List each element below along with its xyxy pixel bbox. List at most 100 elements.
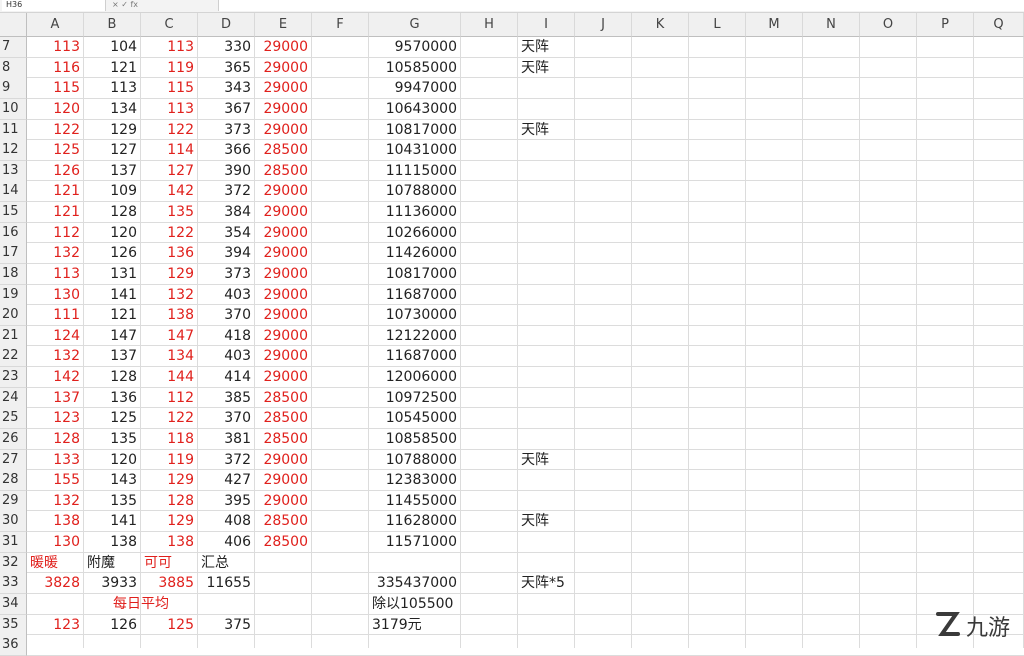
formula-buttons[interactable]: × ✓ fx bbox=[112, 0, 212, 11]
cell-b[interactable]: 104 bbox=[84, 37, 141, 57]
cell-a[interactable]: 112 bbox=[27, 223, 84, 243]
row-header[interactable]: 9 bbox=[0, 78, 27, 99]
cell-d[interactable]: 394 bbox=[198, 243, 255, 263]
cell-d[interactable]: 367 bbox=[198, 99, 255, 119]
cell-c[interactable]: 134 bbox=[141, 346, 198, 366]
cell-b[interactable]: 每日平均 bbox=[84, 594, 198, 614]
cell-e[interactable]: 29000 bbox=[255, 181, 312, 201]
column-header-h[interactable]: H bbox=[461, 13, 518, 37]
cell-c[interactable]: 132 bbox=[141, 285, 198, 305]
cell-e[interactable]: 28500 bbox=[255, 532, 312, 552]
cell-e[interactable]: 29000 bbox=[255, 367, 312, 387]
cell-b[interactable]: 136 bbox=[84, 388, 141, 408]
cell-b[interactable]: 128 bbox=[84, 367, 141, 387]
column-header-c[interactable]: C bbox=[141, 13, 198, 37]
cell-c[interactable]: 114 bbox=[141, 140, 198, 160]
cell-a[interactable]: 113 bbox=[27, 37, 84, 57]
row-header[interactable]: 14 bbox=[0, 181, 27, 202]
cell-e[interactable]: 29000 bbox=[255, 202, 312, 222]
cell-c[interactable]: 128 bbox=[141, 491, 198, 511]
cell-e[interactable]: 29000 bbox=[255, 264, 312, 284]
cell-d[interactable]: 385 bbox=[198, 388, 255, 408]
cell-b[interactable]: 126 bbox=[84, 615, 141, 635]
cell-c[interactable]: 129 bbox=[141, 511, 198, 531]
cell-a[interactable]: 130 bbox=[27, 532, 84, 552]
row-header[interactable]: 36 bbox=[0, 635, 27, 656]
row-header[interactable]: 32 bbox=[0, 553, 27, 574]
cell-g[interactable]: 11115000 bbox=[369, 161, 461, 181]
column-header-d[interactable]: D bbox=[198, 13, 255, 37]
row-header[interactable]: 12 bbox=[0, 140, 27, 161]
row-header[interactable]: 24 bbox=[0, 388, 27, 409]
column-header-n[interactable]: N bbox=[803, 13, 860, 37]
cell-g[interactable]: 12122000 bbox=[369, 326, 461, 346]
cell-g[interactable]: 10788000 bbox=[369, 450, 461, 470]
row-header[interactable]: 7 bbox=[0, 37, 27, 58]
cell-b[interactable]: 120 bbox=[84, 450, 141, 470]
cell-d[interactable]: 384 bbox=[198, 202, 255, 222]
cell-g[interactable]: 10266000 bbox=[369, 223, 461, 243]
cell-d[interactable]: 414 bbox=[198, 367, 255, 387]
cell-a[interactable]: 137 bbox=[27, 388, 84, 408]
cell-g[interactable]: 11687000 bbox=[369, 346, 461, 366]
cell-c[interactable]: 147 bbox=[141, 326, 198, 346]
row-header[interactable]: 34 bbox=[0, 594, 27, 615]
cell-g[interactable]: 12006000 bbox=[369, 367, 461, 387]
cell-b[interactable]: 126 bbox=[84, 243, 141, 263]
column-header-p[interactable]: P bbox=[917, 13, 974, 37]
cell-e[interactable]: 29000 bbox=[255, 326, 312, 346]
cell-c[interactable]: 144 bbox=[141, 367, 198, 387]
cell-b[interactable]: 121 bbox=[84, 305, 141, 325]
cell-e[interactable]: 29000 bbox=[255, 450, 312, 470]
cell-c[interactable]: 118 bbox=[141, 429, 198, 449]
cell-i[interactable]: 天阵 bbox=[518, 120, 575, 140]
cell-d[interactable]: 395 bbox=[198, 491, 255, 511]
formula-input[interactable] bbox=[218, 0, 1024, 11]
cell-d[interactable]: 343 bbox=[198, 78, 255, 98]
cell-e[interactable]: 29000 bbox=[255, 491, 312, 511]
cell-e[interactable]: 28500 bbox=[255, 408, 312, 428]
cell-d[interactable]: 427 bbox=[198, 470, 255, 490]
cell-d[interactable]: 366 bbox=[198, 140, 255, 160]
cell-b[interactable]: 131 bbox=[84, 264, 141, 284]
cell-d[interactable]: 370 bbox=[198, 408, 255, 428]
cell-a[interactable]: 128 bbox=[27, 429, 84, 449]
cell-d[interactable]: 403 bbox=[198, 346, 255, 366]
cell-a[interactable]: 115 bbox=[27, 78, 84, 98]
cell-a[interactable]: 3828 bbox=[27, 573, 84, 593]
column-header-l[interactable]: L bbox=[689, 13, 746, 37]
cell-e[interactable]: 29000 bbox=[255, 285, 312, 305]
cell-g[interactable]: 10788000 bbox=[369, 181, 461, 201]
cell-c[interactable]: 115 bbox=[141, 78, 198, 98]
cell-c[interactable]: 122 bbox=[141, 120, 198, 140]
cell-a[interactable]: 132 bbox=[27, 346, 84, 366]
cell-e[interactable]: 28500 bbox=[255, 388, 312, 408]
cell-g[interactable]: 10858500 bbox=[369, 429, 461, 449]
cell-b[interactable]: 128 bbox=[84, 202, 141, 222]
column-header-g[interactable]: G bbox=[369, 13, 461, 37]
cell-a[interactable]: 133 bbox=[27, 450, 84, 470]
cell-c[interactable]: 119 bbox=[141, 58, 198, 78]
cell-b[interactable]: 134 bbox=[84, 99, 141, 119]
cell-c[interactable]: 136 bbox=[141, 243, 198, 263]
cell-a[interactable]: 138 bbox=[27, 511, 84, 531]
cell-g[interactable]: 11687000 bbox=[369, 285, 461, 305]
cell-a[interactable]: 126 bbox=[27, 161, 84, 181]
cell-d[interactable]: 330 bbox=[198, 37, 255, 57]
cell-b[interactable]: 137 bbox=[84, 161, 141, 181]
cell-a[interactable]: 121 bbox=[27, 202, 84, 222]
cell-d[interactable]: 365 bbox=[198, 58, 255, 78]
cell-e[interactable]: 28500 bbox=[255, 161, 312, 181]
cell-b[interactable]: 137 bbox=[84, 346, 141, 366]
row-header[interactable]: 11 bbox=[0, 120, 27, 141]
column-header-i[interactable]: I bbox=[518, 13, 575, 37]
cell-e[interactable]: 29000 bbox=[255, 470, 312, 490]
row-header[interactable]: 25 bbox=[0, 408, 27, 429]
cell-e[interactable]: 29000 bbox=[255, 120, 312, 140]
name-box[interactable]: H36 bbox=[2, 0, 106, 11]
cell-c[interactable]: 135 bbox=[141, 202, 198, 222]
cell-e[interactable]: 28500 bbox=[255, 429, 312, 449]
row-header[interactable]: 35 bbox=[0, 615, 27, 636]
cell-a[interactable]: 121 bbox=[27, 181, 84, 201]
cell-c[interactable]: 113 bbox=[141, 37, 198, 57]
